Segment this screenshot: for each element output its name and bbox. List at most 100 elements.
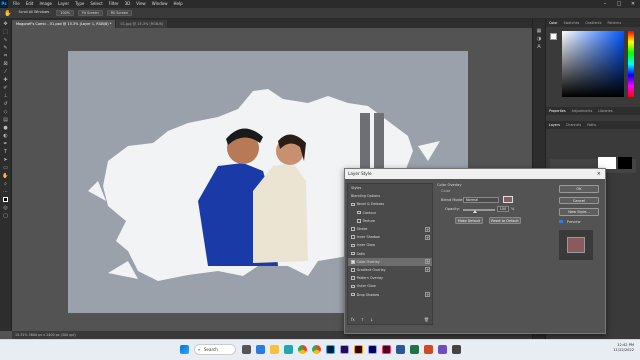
quick-select-tool-icon[interactable]: ✎ — [2, 44, 10, 51]
style-blending-options[interactable]: Blending Options — [348, 192, 432, 200]
add-inner-shadow-icon[interactable]: + — [425, 234, 430, 240]
clock-date[interactable]: 11/22/2022 — [613, 348, 634, 353]
hand-tool-icon[interactable]: ✋ — [2, 172, 10, 179]
style-satin[interactable]: Satin — [348, 250, 432, 258]
windows-start-icon[interactable] — [180, 345, 189, 354]
eyedropper-tool-icon[interactable]: ⁄ — [2, 68, 10, 75]
menu-filter[interactable]: Filter — [106, 0, 122, 8]
style-checkbox[interactable] — [357, 219, 361, 223]
after-effects-taskbar-icon[interactable] — [368, 345, 377, 354]
style-pattern-overlay[interactable]: Pattern Overlay — [348, 274, 432, 282]
style-checkbox[interactable] — [351, 268, 355, 272]
menu-view[interactable]: View — [133, 0, 149, 8]
adjustments-panel-icon[interactable]: ◑ — [535, 35, 543, 42]
menu-help[interactable]: Help — [170, 0, 185, 8]
hand-tool-icon[interactable]: ✋ — [4, 10, 11, 17]
tab-document-main[interactable]: Mogoraff's Comic - 01.psd @ 15.3% (Layer… — [12, 20, 116, 28]
lasso-tool-icon[interactable]: ∿ — [2, 36, 10, 43]
chrome-browser-icon[interactable] — [298, 345, 307, 354]
word-taskbar-icon[interactable] — [396, 345, 405, 354]
style-checkbox[interactable] — [357, 210, 361, 215]
app-taskbar-icon[interactable] — [438, 345, 447, 354]
add-gradient-overlay-icon[interactable]: + — [425, 267, 430, 273]
tab-adjustments[interactable]: Adjustments — [569, 109, 596, 113]
style-checkbox[interactable] — [351, 227, 355, 231]
style-inner-glow[interactable]: Inner Glow — [348, 241, 432, 249]
style-checkbox-checked[interactable] — [351, 259, 355, 264]
style-inner-shadow[interactable]: Inner Shadow + — [348, 233, 432, 241]
tab-gradients[interactable]: Gradients — [582, 21, 604, 25]
color-swatches-icon[interactable] — [2, 196, 10, 203]
style-texture[interactable]: Texture — [348, 217, 432, 225]
add-stroke-icon[interactable]: + — [425, 226, 430, 232]
edge-browser-icon[interactable] — [284, 345, 293, 354]
tab-color[interactable]: Color — [546, 21, 561, 25]
style-drop-shadow[interactable]: Drop Shadow + — [348, 290, 432, 298]
stamp-tool-icon[interactable]: ⊥ — [2, 92, 10, 99]
excel-taskbar-icon[interactable] — [410, 345, 419, 354]
add-color-overlay-icon[interactable]: + — [425, 259, 430, 265]
fg-color-swatch[interactable] — [550, 33, 557, 40]
hue-slider[interactable] — [628, 31, 634, 97]
opacity-slider-handle[interactable] — [473, 210, 477, 213]
tab-layers[interactable]: Layers — [546, 123, 563, 127]
menu-image[interactable]: Image — [36, 0, 55, 8]
tab-properties[interactable]: Properties — [546, 109, 569, 113]
minimize-icon[interactable]: – — [598, 0, 612, 8]
style-stroke[interactable]: Stroke + — [348, 225, 432, 233]
opacity-input[interactable]: 100 — [497, 206, 509, 212]
close-icon[interactable]: × — [597, 169, 601, 179]
marquee-tool-icon[interactable]: ⬚ — [2, 28, 10, 35]
premiere-taskbar-icon[interactable] — [340, 345, 349, 354]
style-checkbox[interactable] — [351, 235, 355, 240]
new-style-button[interactable]: New Style... — [559, 208, 599, 216]
menu-type[interactable]: Type — [72, 0, 87, 8]
menu-window[interactable]: Window — [149, 0, 171, 8]
maximize-icon[interactable]: □ — [612, 0, 626, 8]
zoom-100-button[interactable]: 100% — [56, 10, 74, 16]
color-field[interactable] — [562, 31, 624, 97]
opacity-slider[interactable] — [463, 209, 495, 211]
style-color-overlay[interactable]: Color Overlay + — [348, 257, 432, 266]
app-taskbar-icon[interactable] — [452, 345, 461, 354]
menu-select[interactable]: Select — [87, 0, 105, 8]
crop-tool-icon[interactable]: ⌗ — [2, 52, 10, 59]
brush-tool-icon[interactable]: ✐ — [2, 84, 10, 91]
make-default-button[interactable]: Make Default — [455, 217, 483, 224]
style-checkbox[interactable] — [351, 251, 355, 256]
zoom-tool-icon[interactable]: ⌕ — [2, 180, 10, 187]
preview-checkbox[interactable] — [559, 219, 563, 224]
taskbar-search[interactable]: ⌕ Search — [194, 344, 236, 355]
more-tools-icon[interactable]: ⋯ — [2, 188, 10, 195]
reset-to-default-button[interactable]: Reset to Default — [489, 217, 521, 224]
menu-edit[interactable]: Edit — [23, 0, 37, 8]
cancel-button[interactable]: Cancel — [559, 196, 599, 204]
tab-document-second[interactable]: 01.jpg @ 15.3% (RGB/8) — [116, 20, 168, 28]
blend-mode-select[interactable]: Normal — [463, 197, 499, 203]
tab-paths[interactable]: Paths — [584, 123, 599, 127]
tab-swatches[interactable]: Swatches — [561, 21, 583, 25]
fill-screen-button[interactable]: Fill Screen — [106, 10, 132, 16]
menu-layer[interactable]: Layer — [55, 0, 72, 8]
trash-icon[interactable]: 🗑 — [424, 317, 429, 322]
styles-header[interactable]: Styles — [348, 184, 432, 192]
style-checkbox[interactable] — [351, 276, 355, 280]
photoshop-taskbar-icon[interactable] — [326, 345, 335, 354]
style-bevel-emboss[interactable]: Bevel & Emboss — [348, 200, 432, 208]
blur-tool-icon[interactable]: ● — [2, 124, 10, 131]
close-window-icon[interactable]: ✕ — [626, 0, 640, 8]
fx-icon[interactable]: fx — [351, 317, 355, 322]
move-down-icon[interactable]: ↓ — [370, 317, 373, 322]
healing-tool-icon[interactable]: ✚ — [2, 76, 10, 83]
path-select-tool-icon[interactable]: ➤ — [2, 156, 10, 163]
style-outer-glow[interactable]: Outer Glow — [348, 282, 432, 290]
frame-tool-icon[interactable]: ⊠ — [2, 60, 10, 67]
move-tool-icon[interactable]: ✥ — [2, 20, 10, 27]
ok-button[interactable]: OK — [559, 185, 599, 193]
scroll-all-windows-checkbox[interactable]: Scroll All Windows — [15, 10, 52, 16]
history-brush-tool-icon[interactable]: ↺ — [2, 100, 10, 107]
gradient-tool-icon[interactable]: ▤ — [2, 116, 10, 123]
menu-3d[interactable]: 3D — [122, 0, 134, 8]
pen-tool-icon[interactable]: ✒ — [2, 140, 10, 147]
quick-mask-icon[interactable]: ◎ — [2, 204, 10, 211]
